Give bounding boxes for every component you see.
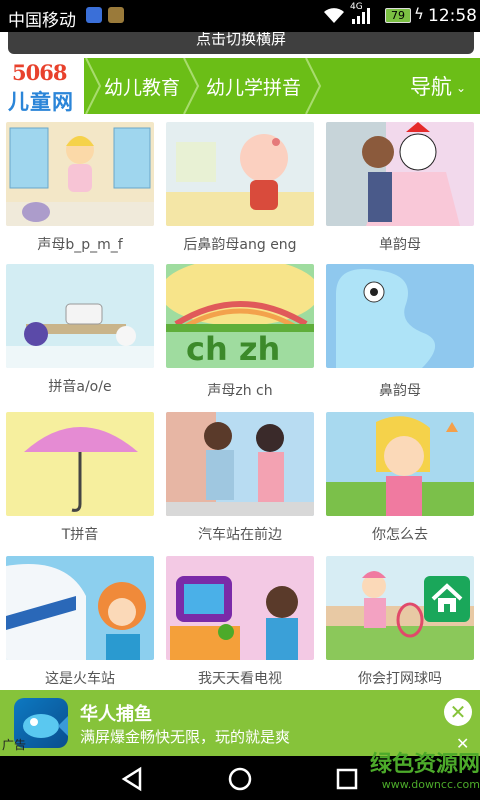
breadcrumb-item-pinyin[interactable]: 幼儿学拼音 bbox=[206, 73, 301, 100]
video-thumbnail bbox=[326, 264, 474, 368]
breadcrumb-separator-icon bbox=[305, 58, 322, 114]
video-title: 单韵母 bbox=[379, 237, 421, 253]
video-thumbnail: ch zh bbox=[166, 264, 314, 368]
video-title: 这是火车站 bbox=[45, 671, 115, 687]
video-thumbnail bbox=[166, 412, 314, 516]
landscape-switch-strip: 点击切换横屏 bbox=[0, 32, 480, 58]
video-title: 声母b_p_m_f bbox=[37, 237, 123, 253]
charging-icon: ϟ bbox=[414, 5, 424, 23]
video-thumbnail bbox=[326, 412, 474, 516]
video-thumbnail bbox=[166, 556, 314, 660]
video-title: 鼻韵母 bbox=[379, 383, 421, 399]
site-logo[interactable]: 5068 儿童网 bbox=[0, 58, 84, 114]
video-thumbnail bbox=[6, 556, 154, 660]
video-title: 后鼻韵母ang eng bbox=[183, 237, 297, 253]
video-thumbnail bbox=[6, 412, 154, 516]
video-thumbnail bbox=[326, 122, 474, 226]
carrier-label: 中国移动 bbox=[8, 11, 76, 31]
battery-icon: 79 bbox=[385, 8, 411, 23]
notification-app-icon bbox=[86, 7, 102, 23]
notification-app-icon bbox=[108, 7, 124, 23]
nav-menu-button[interactable]: 导航 ⌄ bbox=[410, 71, 466, 101]
nav-header: 5068 儿童网 幼儿教育 幼儿学拼音 导航 ⌄ bbox=[0, 58, 480, 114]
breadcrumb-item-early-education[interactable]: 幼儿教育 bbox=[104, 73, 180, 100]
svg-text:ch zh: ch zh bbox=[186, 330, 280, 368]
home-icon bbox=[431, 583, 463, 612]
video-thumbnail bbox=[6, 122, 154, 226]
switch-landscape-button[interactable]: 点击切换横屏 bbox=[8, 32, 474, 54]
home-button[interactable] bbox=[424, 576, 470, 622]
nav-menu-label: 导航 bbox=[409, 75, 452, 99]
status-bar: 中国移动 4G 79 ϟ 12:58 bbox=[0, 0, 480, 32]
video-thumbnail bbox=[6, 264, 154, 368]
video-title: 声母zh ch bbox=[207, 383, 273, 399]
clock: 12:58 bbox=[428, 6, 477, 26]
video-title: T拼音 bbox=[61, 527, 99, 543]
watermark-text: 绿色资源网 bbox=[369, 752, 480, 777]
watermark-url: www.downcc.com bbox=[381, 778, 480, 791]
breadcrumb-separator-icon bbox=[85, 58, 102, 114]
ad-description: 满屏爆金畅快无限，玩的就是爽 bbox=[80, 728, 291, 746]
ad-close-button[interactable]: ✕ bbox=[444, 698, 472, 726]
video-thumbnail bbox=[166, 122, 314, 226]
back-icon[interactable] bbox=[120, 766, 146, 792]
logo-number: 5068 bbox=[12, 60, 67, 85]
ad-title: 华人捕鱼 bbox=[80, 704, 152, 725]
watermark: 绿色资源网 www.downcc.com bbox=[340, 746, 480, 791]
video-title: 汽车站在前边 bbox=[198, 527, 282, 543]
signal-icon bbox=[352, 8, 370, 24]
chevron-down-icon: ⌄ bbox=[455, 81, 466, 95]
ad-label: 广告 bbox=[2, 738, 27, 752]
video-title: 我天天看电视 bbox=[198, 671, 282, 687]
wifi-icon bbox=[324, 8, 344, 23]
video-title: 拼音a/o/e bbox=[48, 379, 112, 395]
home-nav-icon[interactable] bbox=[227, 766, 253, 792]
breadcrumb-separator-icon bbox=[183, 58, 200, 114]
video-title: 你会打网球吗 bbox=[358, 671, 442, 687]
logo-text: 儿童网 bbox=[8, 90, 74, 114]
video-title: 你怎么去 bbox=[372, 527, 428, 543]
